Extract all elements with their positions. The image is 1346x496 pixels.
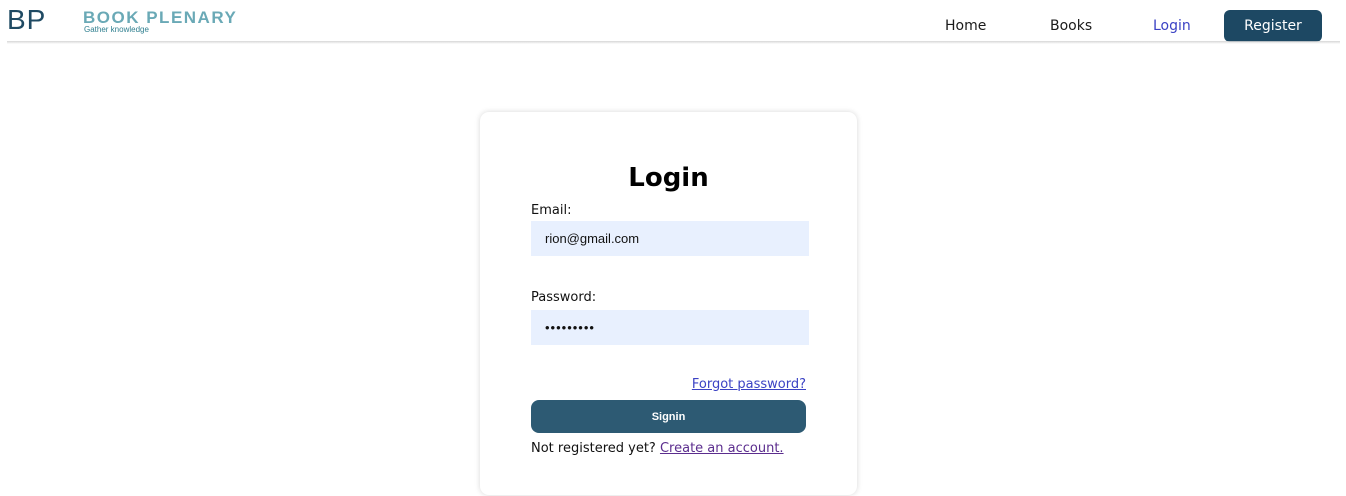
password-input[interactable] — [531, 310, 809, 345]
nav-login-link[interactable]: Login — [1153, 17, 1191, 35]
page-title: Login — [628, 163, 709, 193]
email-label: Email: — [531, 203, 572, 218]
signin-button[interactable]: Signin — [531, 400, 806, 433]
logo-tagline: Gather knowledge — [84, 25, 149, 34]
nav-books-link[interactable]: Books — [1050, 17, 1092, 35]
login-card: Login Email: Password: Forgot password? … — [480, 112, 857, 495]
forgot-password-link[interactable]: Forgot password? — [480, 377, 806, 393]
logo-name: BOOK PLENARY — [83, 8, 238, 27]
create-account-link[interactable]: Create an account. — [660, 441, 784, 456]
nav-register-button[interactable]: Register — [1224, 10, 1322, 42]
nav-home-link[interactable]: Home — [945, 17, 986, 35]
email-input[interactable] — [531, 221, 809, 256]
register-prompt: Not registered yet? Create an account. — [531, 441, 784, 457]
header-divider — [7, 41, 1340, 44]
not-registered-text: Not registered yet? — [531, 441, 656, 456]
password-label: Password: — [531, 290, 597, 305]
logo-mark: BP — [7, 4, 47, 35]
top-navbar: BP BOOK PLENARY Gather knowledge Home Bo… — [0, 0, 1346, 42]
